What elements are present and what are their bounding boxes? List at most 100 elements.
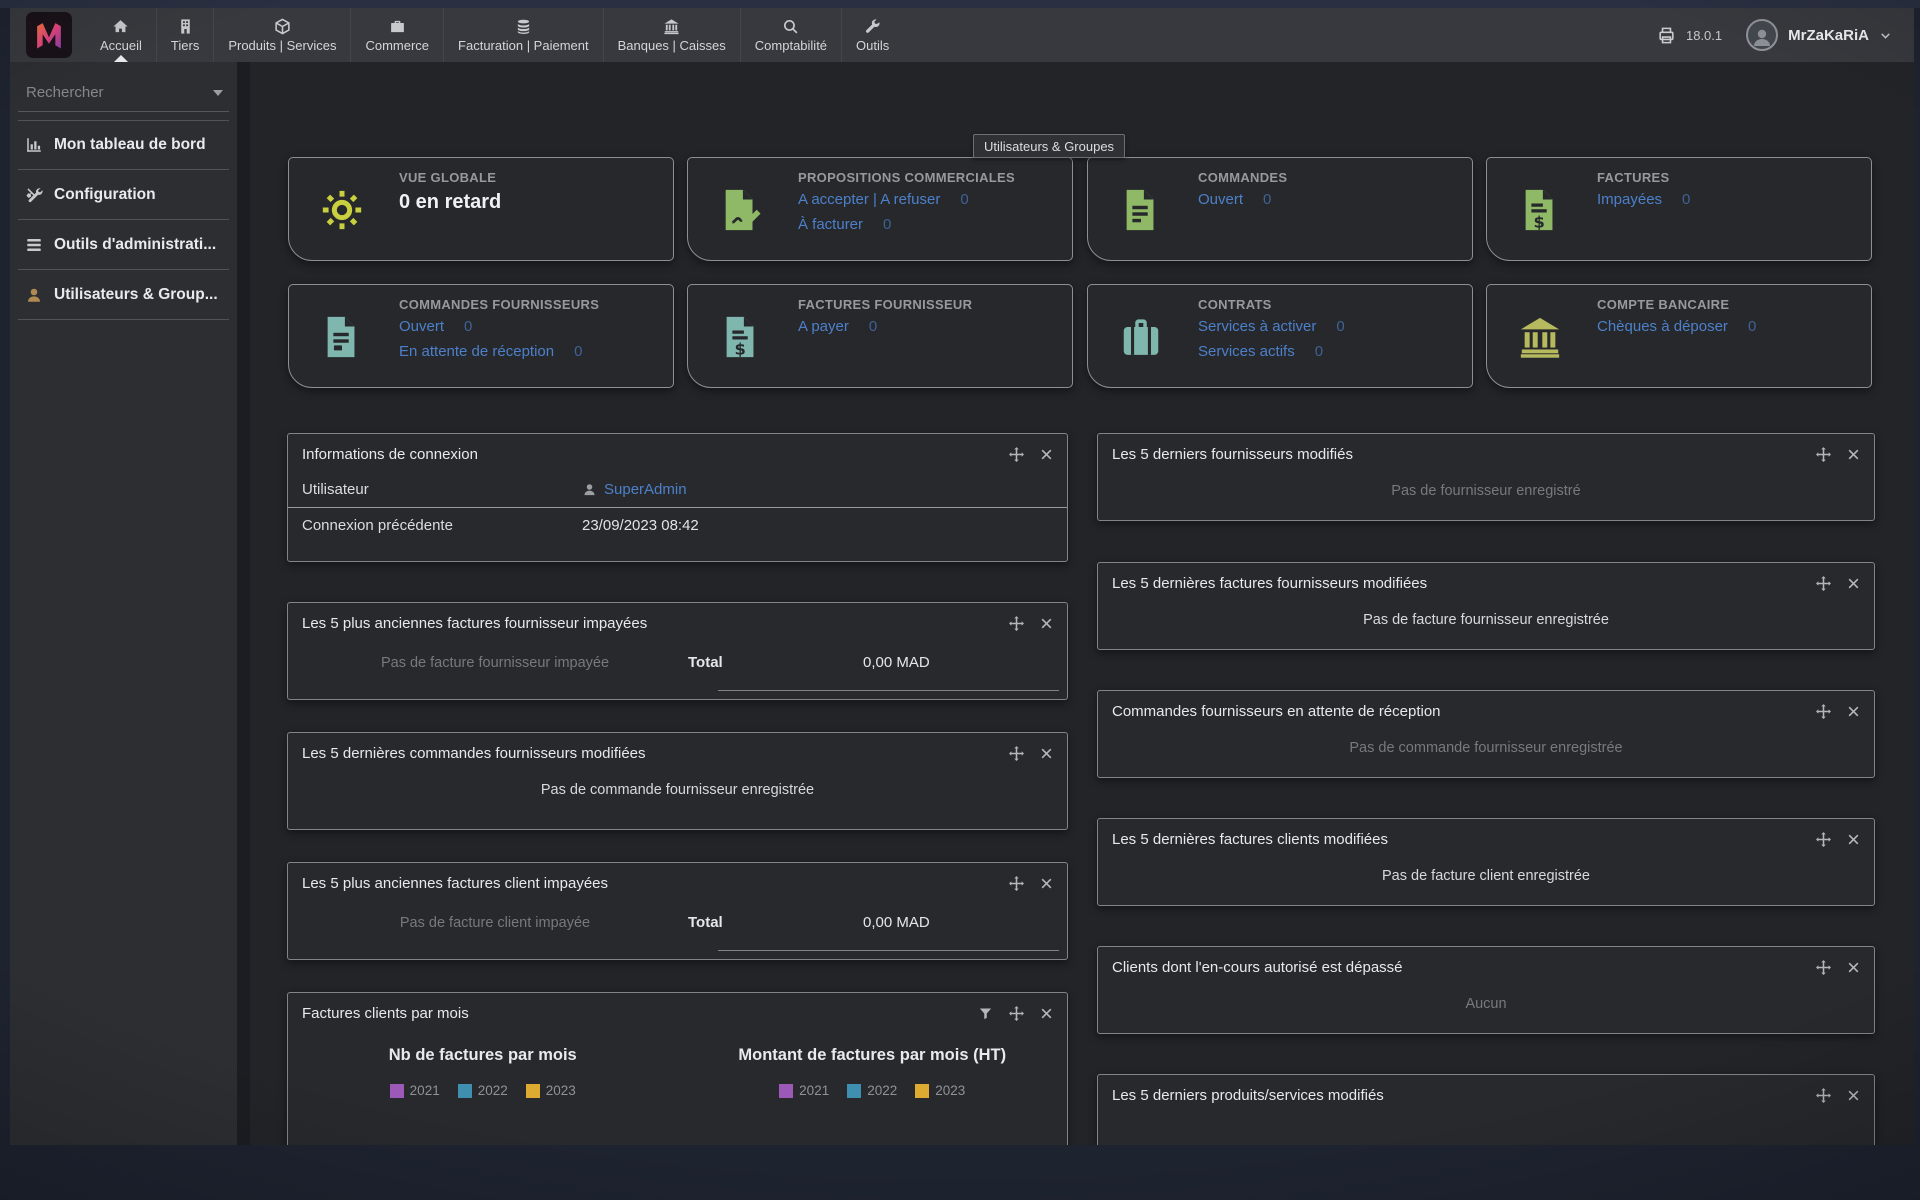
app-logo[interactable]: [26, 12, 72, 58]
infobox-link[interactable]: En attente de réception: [399, 343, 554, 360]
user-avatar[interactable]: [1746, 19, 1778, 51]
close-icon[interactable]: [1847, 833, 1860, 846]
empty-message: Pas de commande fournisseur enregistrée: [288, 782, 1067, 798]
infobox-link[interactable]: Ouvert: [1198, 191, 1243, 208]
infobox-link[interactable]: Impayées: [1597, 191, 1662, 208]
infobox-count[interactable]: 0: [1315, 343, 1323, 360]
tab-tiers[interactable]: Tiers: [156, 8, 213, 62]
caret-down-icon[interactable]: [213, 90, 223, 96]
close-icon[interactable]: [1040, 877, 1053, 890]
move-icon[interactable]: [1008, 615, 1025, 632]
close-icon[interactable]: [1847, 705, 1860, 718]
superadmin-link[interactable]: SuperAdmin: [582, 481, 687, 498]
svg-text:$: $: [734, 339, 745, 358]
infobox-count[interactable]: 0: [869, 318, 877, 335]
tab-produits-services[interactable]: Produits | Services: [213, 8, 350, 62]
printer-icon[interactable]: [1657, 26, 1676, 45]
top-navigation-bar: Accueil Tiers Produits | Services Commer…: [10, 8, 1914, 62]
move-icon[interactable]: [1815, 703, 1832, 720]
username-label[interactable]: MrZaKaRiA: [1788, 27, 1869, 44]
tab-facturation-paiement[interactable]: Facturation | Paiement: [443, 8, 603, 62]
infobox-title: COMMANDES: [1198, 170, 1462, 185]
sidebar-item-outils-administration[interactable]: Outils d'administrati...: [18, 220, 229, 270]
infobox-link[interactable]: A accepter | A refuser: [798, 191, 940, 208]
close-icon[interactable]: [1040, 747, 1053, 760]
close-icon[interactable]: [1847, 577, 1860, 590]
infobox-count[interactable]: 0: [883, 216, 891, 233]
tab-comptabilite[interactable]: Comptabilité: [740, 8, 841, 62]
sidebar-content-gap: [237, 62, 250, 1145]
infobox-compte-bancaire[interactable]: COMPTE BANCAIRE Chèques à déposer0: [1486, 284, 1872, 388]
sidebar-item-utilisateurs-groupes[interactable]: Utilisateurs & Group...: [18, 270, 229, 320]
legend-swatch-2021: [390, 1084, 404, 1098]
move-icon[interactable]: [1008, 875, 1025, 892]
tab-outils[interactable]: Outils: [841, 8, 903, 62]
chart-montant-factures: Montant de factures par mois (HT) 2021 2…: [678, 1046, 1068, 1098]
infobox-factures[interactable]: $ FACTURES Impayées0: [1486, 157, 1872, 261]
move-icon[interactable]: [1008, 446, 1025, 463]
supplier-order-icon: [319, 314, 365, 360]
tab-accueil[interactable]: Accueil: [86, 8, 156, 62]
widget-commandes-fournisseurs-attente-reception: Commandes fournisseurs en attente de réc…: [1097, 690, 1875, 778]
close-icon[interactable]: [1847, 448, 1860, 461]
widget-factures-fournisseur-impayees: Les 5 plus anciennes factures fournisseu…: [287, 602, 1068, 700]
screenshot-stage: Accueil Tiers Produits | Services Commer…: [0, 0, 1920, 1200]
infobox-count[interactable]: 0: [960, 191, 968, 208]
infobox-title: CONTRATS: [1198, 297, 1462, 312]
infobox-link[interactable]: Services à activer: [1198, 318, 1316, 335]
infobox-count[interactable]: 0: [1336, 318, 1344, 335]
infobox-count[interactable]: 0: [1682, 191, 1690, 208]
list-icon: [25, 236, 43, 254]
infobox-link[interactable]: Services actifs: [1198, 343, 1295, 360]
widget-title: Informations de connexion: [302, 446, 1008, 463]
close-icon[interactable]: [1847, 1089, 1860, 1102]
move-icon[interactable]: [1008, 1005, 1025, 1022]
infobox-vue-globale[interactable]: VUE GLOBALE 0 en retard: [288, 157, 674, 261]
sidebar-item-configuration[interactable]: Configuration: [18, 170, 229, 220]
infobox-propositions-commerciales[interactable]: PROPOSITIONS COMMERCIALES A accepter | A…: [687, 157, 1073, 261]
row-value[interactable]: SuperAdmin: [604, 481, 687, 498]
infobox-link[interactable]: À facturer: [798, 216, 863, 233]
widget-title: Les 5 dernières commandes fournisseurs m…: [302, 745, 1008, 762]
search-input[interactable]: Rechercher: [18, 84, 229, 112]
move-icon[interactable]: [1815, 959, 1832, 976]
infobox-factures-fournisseur[interactable]: $ FACTURES FOURNISSEUR A payer0: [687, 284, 1073, 388]
person-icon: [1750, 25, 1774, 49]
infobox-value: 0 en retard: [399, 191, 663, 214]
legend-year: 2021: [410, 1083, 440, 1098]
close-icon[interactable]: [1847, 961, 1860, 974]
filter-icon[interactable]: [978, 1006, 993, 1021]
row-label: Utilisateur: [302, 481, 582, 498]
close-icon[interactable]: [1040, 617, 1053, 630]
legend-year: 2022: [478, 1083, 508, 1098]
total-label: Total: [688, 914, 803, 931]
infobox-count[interactable]: 0: [464, 318, 472, 335]
infobox-link[interactable]: Ouvert: [399, 318, 444, 335]
legend-year: 2021: [799, 1083, 829, 1098]
infobox-link[interactable]: Chèques à déposer: [1597, 318, 1728, 335]
move-icon[interactable]: [1815, 1087, 1832, 1104]
infobox-commandes-fournisseurs[interactable]: COMMANDES FOURNISSEURS Ouvert0 En attent…: [288, 284, 674, 388]
connexion-row-precedente: Connexion précédente 23/09/2023 08:42: [288, 507, 1067, 543]
move-icon[interactable]: [1815, 831, 1832, 848]
infobox-link[interactable]: A payer: [798, 318, 849, 335]
suitcase-icon: [1118, 314, 1164, 360]
close-icon[interactable]: [1040, 448, 1053, 461]
infobox-count[interactable]: 0: [574, 343, 582, 360]
move-icon[interactable]: [1008, 745, 1025, 762]
close-icon[interactable]: [1040, 1007, 1053, 1020]
sidebar-item-mon-tableau-de-bord[interactable]: Mon tableau de bord: [18, 120, 229, 170]
window-top-strip: [0, 0, 1920, 8]
infobox-count[interactable]: 0: [1748, 318, 1756, 335]
infobox-commandes[interactable]: COMMANDES Ouvert 0: [1087, 157, 1473, 261]
widget-factures-clients-par-mois: Factures clients par mois Nb de factures…: [287, 992, 1068, 1145]
chevron-down-icon[interactable]: [1879, 29, 1892, 42]
move-icon[interactable]: [1815, 446, 1832, 463]
legend-swatch-2021: [779, 1084, 793, 1098]
move-icon[interactable]: [1815, 575, 1832, 592]
infobox-contrats[interactable]: CONTRATS Services à activer 0 Services ac…: [1087, 284, 1473, 388]
tab-commerce[interactable]: Commerce: [350, 8, 443, 62]
tab-banques-caisses[interactable]: Banques | Caisses: [603, 8, 740, 62]
infobox-count[interactable]: 0: [1263, 191, 1271, 208]
widget-title: Commandes fournisseurs en attente de réc…: [1112, 703, 1815, 720]
